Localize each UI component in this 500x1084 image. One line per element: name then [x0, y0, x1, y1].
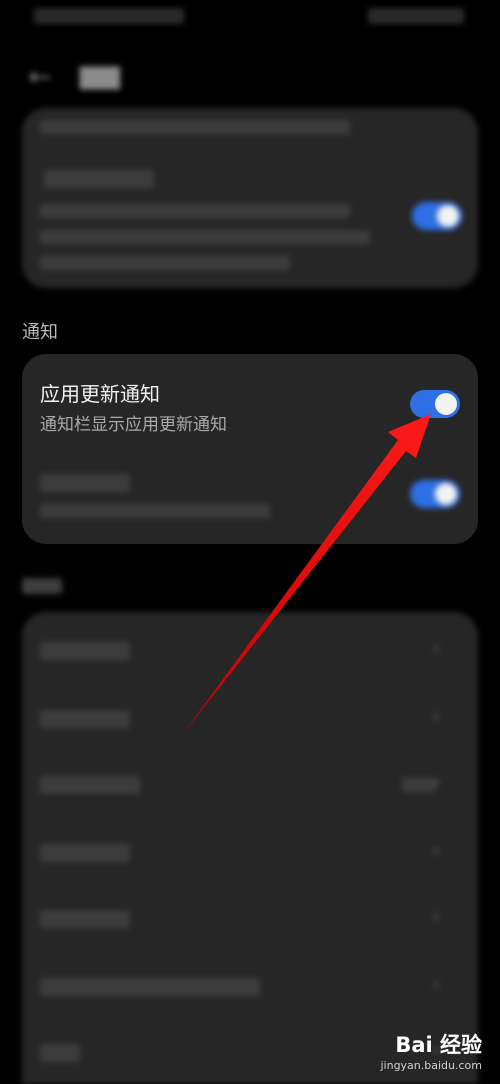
- blurred-value: [402, 778, 436, 792]
- blurred-list-item[interactable]: [40, 978, 260, 996]
- blurred-text-line: [40, 256, 290, 270]
- app-update-notify-toggle[interactable]: [410, 390, 460, 418]
- blurred-text-line: [40, 204, 350, 218]
- top-settings-card: [22, 108, 478, 288]
- blurred-text-line: [44, 170, 154, 188]
- watermark-site: jingyan.baidu.com: [380, 1059, 482, 1072]
- blurred-text-line: [40, 474, 130, 492]
- blurred-list-item[interactable]: [40, 844, 130, 862]
- chevron-right-icon: ›: [432, 706, 440, 727]
- page-title-placeholder: ▆▆: [80, 60, 120, 90]
- section-label-notify: 通知: [22, 322, 58, 343]
- blurred-list-item[interactable]: [40, 710, 130, 728]
- blurred-text-line: [40, 504, 270, 518]
- blurred-list-item[interactable]: [40, 642, 130, 660]
- more-settings-card: › › › › › › ›: [22, 612, 478, 1084]
- chevron-right-icon: ›: [432, 974, 440, 995]
- chevron-right-icon: ›: [432, 638, 440, 659]
- blurred-text-line: [40, 120, 350, 134]
- blurred-list-item[interactable]: [40, 776, 140, 794]
- watermark-logo: Bai 经验: [395, 1033, 482, 1057]
- blurred-toggle[interactable]: [412, 202, 462, 230]
- blurred-text-line: [22, 578, 62, 594]
- chevron-right-icon: ›: [432, 772, 440, 793]
- status-left-indicators: [34, 8, 184, 24]
- app-update-notify-subtitle: 通知栏显示应用更新通知: [40, 415, 227, 435]
- chevron-right-icon: ›: [432, 840, 440, 861]
- blurred-text-line: [40, 230, 370, 244]
- baidu-jingyan-watermark: Bai 经验 jingyan.baidu.com: [380, 1029, 482, 1072]
- status-bar: [0, 0, 500, 40]
- blurred-list-item[interactable]: [40, 1044, 80, 1062]
- header: ← ▆▆: [0, 50, 500, 100]
- app-update-notify-title: 应用更新通知: [40, 382, 160, 406]
- chevron-right-icon: ›: [432, 906, 440, 927]
- back-arrow-icon[interactable]: ←: [28, 60, 51, 93]
- blurred-list-item[interactable]: [40, 910, 130, 928]
- status-right-indicators: [368, 8, 464, 24]
- blurred-toggle[interactable]: [410, 480, 460, 508]
